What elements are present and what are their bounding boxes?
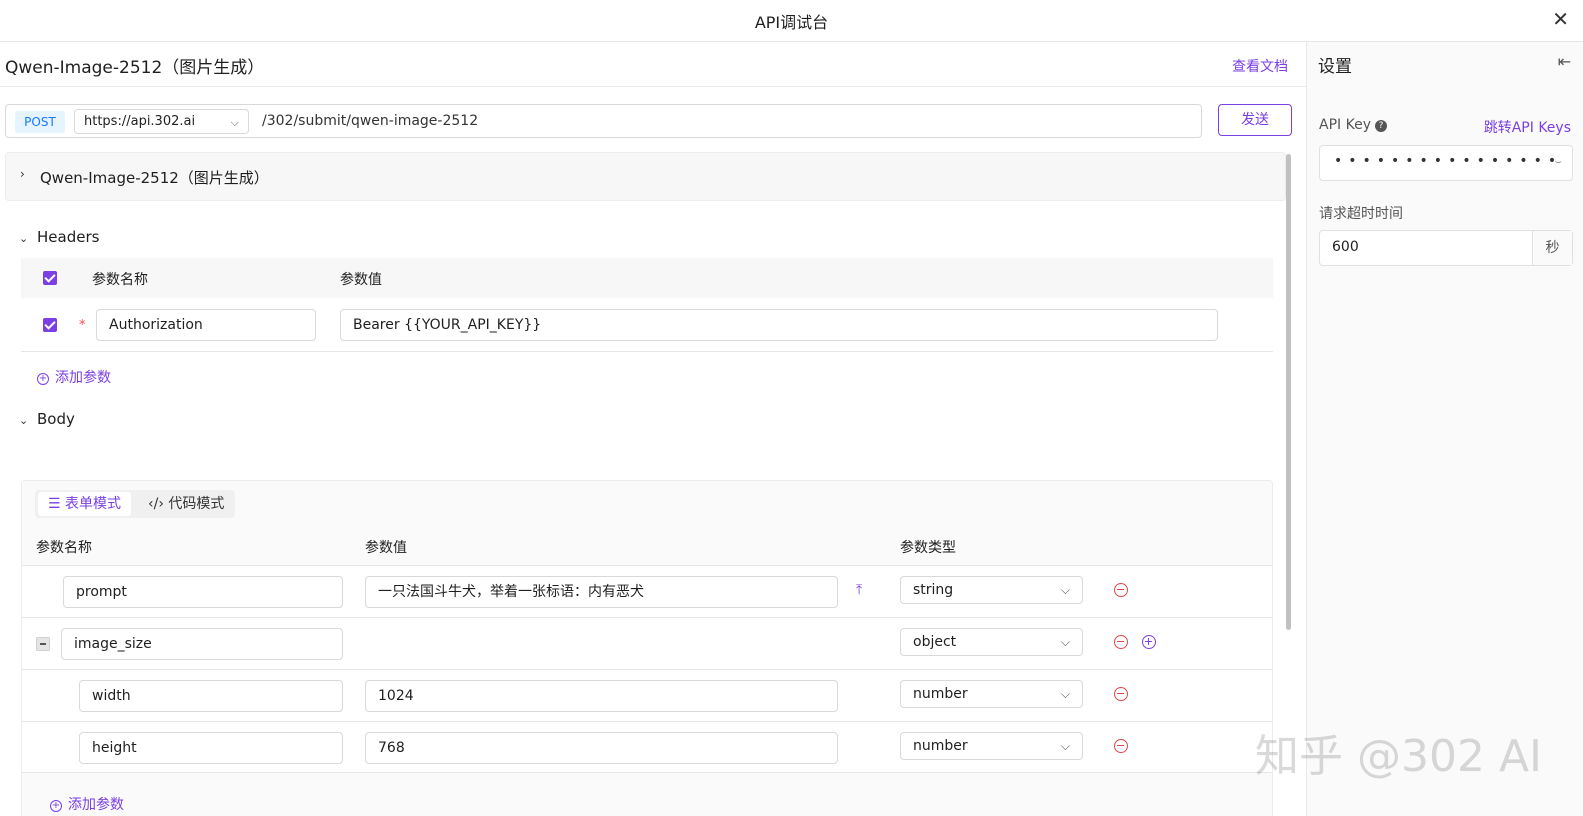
param-name-field[interactable]: height [79,732,343,764]
param-name-field[interactable]: image_size [61,628,343,660]
headers-label: Headers [37,228,100,246]
required-mark: * [79,318,86,333]
help-icon[interactable]: ? [1374,120,1387,132]
header-value-field[interactable]: Bearer {{YOUR_API_KEY}} [340,309,1218,341]
settings-panel: 设置 ⇤ API Key? 跳转API Keys •••••••••••••••… [1306,42,1583,816]
url-bar: POST https://api.302.ai ⌵ /302/submit/qw… [5,104,1202,138]
body-panel: ☰ 表单模式 ‹/› 代码模式 参数名称 参数值 参数类型 prompt 一只法… [21,480,1273,816]
tab-code-mode[interactable]: ‹/› 代码模式 [138,492,234,516]
request-content: › Qwen-Image-2512（图片生成） ⌄ Headers 参数名称 参数… [5,152,1287,816]
table-row: image_size object ⌵ [22,617,1272,669]
list-icon: ☰ [48,496,66,512]
window-title: API调试台 [754,13,829,32]
param-type-value: string [913,582,954,598]
headers-section-toggle[interactable]: ⌄ Headers [19,228,99,246]
table-row: prompt 一只法国斗牛犬，举着一张标语：内有恶犬 ⤒ string ⌵ [22,565,1272,617]
chevron-down-icon: ⌵ [1060,635,1070,649]
chevron-down-icon: ⌵ [230,116,239,129]
add-circle-icon: + [37,373,49,385]
chevron-right-icon: › [20,167,25,181]
param-name-field[interactable]: width [79,680,343,712]
collapse-object-icon[interactable] [36,637,50,651]
remove-param-icon[interactable] [1114,635,1128,649]
chevron-down-icon: ⌄ [19,414,29,427]
body-section-toggle[interactable]: ⌄ Body [19,410,75,428]
eye-closed-icon[interactable]: ⌣ [1555,155,1562,169]
header-row: * Authorization Bearer {{YOUR_API_KEY}} [21,300,1273,352]
chevron-down-icon: ⌵ [1060,687,1070,701]
timeout-label: 请求超时时间 [1319,206,1403,222]
table-row: height 768 number ⌵ [22,721,1272,773]
header-name-field[interactable]: Authorization [96,309,316,341]
settings-title: 设置 [1318,57,1352,77]
title-bar: API调试台 ✕ [0,0,1583,42]
mode-tabs: ☰ 表单模式 ‹/› 代码模式 [35,490,235,518]
param-type-value: number [913,738,968,754]
api-key-input[interactable]: •••••••••••••••• ⌣ [1319,145,1573,181]
param-type-select[interactable]: number ⌵ [900,732,1083,760]
add-param-label: 添加参数 [68,797,124,813]
api-key-label-group: API Key? [1319,117,1387,133]
timeout-value: 600 [1332,239,1359,255]
main-panel: Qwen-Image-2512（图片生成） 查看文档 POST https://… [0,42,1306,816]
tab-form-label: 表单模式 [65,496,122,512]
timeout-unit: 秒 [1532,231,1572,265]
col-param-value: 参数值 [365,540,407,556]
param-type-select[interactable]: number ⌵ [900,680,1083,708]
param-type-select[interactable]: string ⌵ [900,576,1083,604]
close-icon[interactable]: ✕ [1552,7,1569,31]
path-input[interactable]: /302/submit/qwen-image-2512 [262,113,478,129]
remove-param-icon[interactable] [1114,687,1128,701]
table-row: width 1024 number ⌵ [22,669,1272,721]
add-body-param-button[interactable]: + 添加参数 [50,794,124,814]
select-all-checkbox[interactable] [43,271,57,285]
add-child-param-icon[interactable] [1142,635,1156,649]
add-param-label: 添加参数 [55,370,111,386]
chevron-down-icon: ⌄ [19,232,29,245]
param-type-select[interactable]: object ⌵ [900,628,1083,656]
col-param-type: 参数类型 [900,540,956,556]
api-key-value: •••••••••••••••• [1334,153,1563,169]
param-type-value: object [913,634,957,650]
tab-form-mode[interactable]: ☰ 表单模式 [38,492,132,516]
col-param-name: 参数名称 [92,272,148,288]
code-icon: ‹/› [148,496,169,512]
view-docs-link[interactable]: 查看文档 [1232,56,1288,76]
host-select[interactable]: https://api.302.ai ⌵ [74,109,249,134]
timeout-input[interactable]: 600 秒 [1319,230,1573,266]
collapse-panel-icon[interactable]: ⇤ [1558,52,1571,71]
page-title: Qwen-Image-2512（图片生成） [5,58,265,78]
scrollbar[interactable] [1286,154,1291,630]
description-label: Qwen-Image-2512（图片生成） [40,169,269,187]
col-param-name: 参数名称 [36,540,92,556]
body-label: Body [37,410,75,428]
host-value: https://api.302.ai [84,114,196,129]
param-type-value: number [913,686,968,702]
add-header-param-button[interactable]: + 添加参数 [37,367,111,387]
tab-code-label: 代码模式 [168,496,225,512]
api-key-label: API Key [1319,117,1371,133]
api-keys-link[interactable]: 跳转API Keys [1484,117,1571,137]
divider [0,86,1306,87]
param-value-field[interactable]: 一只法国斗牛犬，举着一张标语：内有恶犬 [365,576,838,608]
add-circle-icon: + [50,800,62,812]
param-value-field[interactable]: 768 [365,732,838,764]
method-badge: POST [15,111,65,133]
upload-icon[interactable]: ⤒ [856,582,862,598]
param-value-field[interactable]: 1024 [365,680,838,712]
col-param-value: 参数值 [340,272,382,288]
param-name-field[interactable]: prompt [63,576,343,608]
send-button[interactable]: 发送 [1218,104,1292,136]
headers-table-header: 参数名称 参数值 [21,258,1273,298]
remove-param-icon[interactable] [1114,739,1128,753]
remove-param-icon[interactable] [1114,583,1128,597]
description-collapse[interactable]: › Qwen-Image-2512（图片生成） [5,152,1286,201]
row-checkbox[interactable] [43,318,57,332]
chevron-down-icon: ⌵ [1060,583,1070,597]
chevron-down-icon: ⌵ [1060,739,1070,753]
